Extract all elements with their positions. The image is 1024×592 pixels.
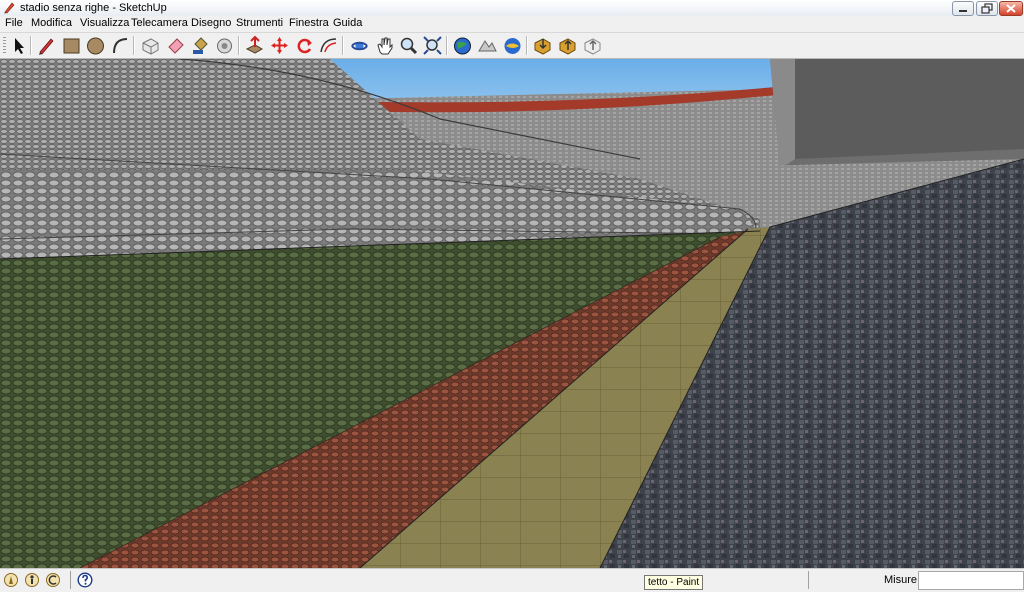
share-component-icon bbox=[584, 38, 601, 55]
share-model-button[interactable] bbox=[557, 35, 578, 56]
add-location-icon bbox=[454, 37, 471, 55]
close-icon bbox=[1006, 4, 1016, 13]
select-icon bbox=[15, 38, 24, 54]
tape-measure-icon bbox=[217, 38, 232, 54]
add-location-button[interactable] bbox=[452, 35, 473, 56]
get-models-button[interactable] bbox=[532, 35, 553, 56]
offset-tool-button[interactable] bbox=[318, 35, 339, 56]
toolbar-grip[interactable] bbox=[3, 37, 6, 54]
select-tool-button[interactable] bbox=[8, 35, 29, 56]
zoom-icon bbox=[400, 37, 418, 55]
zoom-extents-tool-button[interactable] bbox=[422, 35, 443, 56]
line-tool-button[interactable] bbox=[36, 35, 57, 56]
menu-visualizza[interactable]: Visualizza bbox=[80, 17, 129, 29]
make-component-button[interactable] bbox=[140, 35, 161, 56]
title-bar: stadio senza righe - SketchUp bbox=[0, 0, 1024, 17]
window-title: stadio senza righe - SketchUp bbox=[20, 2, 167, 14]
measurements-input[interactable] bbox=[918, 571, 1024, 590]
share-model-icon bbox=[559, 38, 576, 55]
status-hint-tooltip: tetto - Paint bbox=[644, 575, 704, 590]
toolbar-separator bbox=[342, 36, 344, 55]
eraser-tool-button[interactable] bbox=[165, 35, 186, 56]
push-pull-icon bbox=[245, 35, 264, 54]
rotate-icon bbox=[297, 38, 312, 54]
toggle-terrain-button[interactable] bbox=[477, 35, 498, 56]
tape-measure-tool-button[interactable] bbox=[214, 35, 235, 56]
menu-guida[interactable]: Guida bbox=[333, 17, 362, 29]
status-bar: tetto - Paint Misure bbox=[0, 568, 1024, 592]
share-component-button[interactable] bbox=[582, 35, 603, 56]
status-divider bbox=[808, 571, 809, 589]
pan-icon bbox=[377, 37, 393, 55]
help-icon[interactable] bbox=[77, 572, 93, 588]
paint-bucket-icon bbox=[193, 37, 208, 54]
stadium-model-render bbox=[0, 59, 1024, 568]
status-divider bbox=[70, 571, 71, 589]
sketchup-app-icon bbox=[4, 2, 15, 14]
close-button[interactable] bbox=[999, 1, 1023, 16]
pan-tool-button[interactable] bbox=[374, 35, 395, 56]
toolbar-separator bbox=[446, 36, 448, 55]
arc-icon bbox=[113, 38, 128, 54]
menu-disegno[interactable]: Disegno bbox=[191, 17, 231, 29]
geo-location-icon[interactable] bbox=[3, 572, 19, 588]
make-component-icon bbox=[142, 38, 159, 55]
arc-tool-button[interactable] bbox=[110, 35, 131, 56]
toolbar bbox=[0, 33, 1024, 59]
menu-file[interactable]: File bbox=[5, 17, 23, 29]
zoom-tool-button[interactable] bbox=[398, 35, 419, 56]
push-pull-tool-button[interactable] bbox=[244, 35, 265, 56]
zoom-extents-icon bbox=[423, 36, 442, 55]
menu-telecamera[interactable]: Telecamera bbox=[131, 17, 188, 29]
toolbar-separator bbox=[238, 36, 240, 55]
toolbar-separator bbox=[526, 36, 528, 55]
orbit-tool-button[interactable] bbox=[349, 35, 370, 56]
paint-bucket-tool-button[interactable] bbox=[190, 35, 211, 56]
preview-google-earth-button[interactable] bbox=[502, 35, 523, 56]
toggle-terrain-icon bbox=[478, 40, 497, 52]
menu-finestra[interactable]: Finestra bbox=[289, 17, 329, 29]
pencil-line-icon bbox=[39, 38, 54, 55]
minimize-button[interactable] bbox=[952, 1, 974, 16]
rotate-tool-button[interactable] bbox=[294, 35, 315, 56]
offset-icon bbox=[320, 38, 337, 53]
menu-bar: File Modifica Visualizza Telecamera Dise… bbox=[0, 16, 1024, 33]
toolbar-separator bbox=[133, 36, 135, 55]
preview-google-earth-icon bbox=[504, 38, 521, 54]
measurements-label: Misure bbox=[884, 574, 918, 586]
circle-icon bbox=[87, 37, 104, 55]
menu-strumenti[interactable]: Strumenti bbox=[236, 17, 283, 29]
minimize-icon bbox=[959, 10, 967, 12]
get-models-icon bbox=[534, 38, 551, 55]
move-tool-button[interactable] bbox=[269, 35, 290, 56]
rectangle-tool-button[interactable] bbox=[61, 35, 82, 56]
eraser-icon bbox=[168, 38, 184, 54]
orbit-icon bbox=[351, 41, 368, 51]
drawing-viewport[interactable] bbox=[0, 59, 1024, 568]
rectangle-icon bbox=[63, 38, 80, 54]
move-icon bbox=[271, 37, 288, 54]
restore-icon bbox=[981, 3, 993, 14]
credits-icon[interactable] bbox=[24, 572, 40, 588]
circle-tool-button[interactable] bbox=[85, 35, 106, 56]
menu-modifica[interactable]: Modifica bbox=[31, 17, 72, 29]
restore-button[interactable] bbox=[976, 1, 998, 16]
user-icon[interactable] bbox=[45, 572, 61, 588]
toolbar-separator bbox=[30, 36, 32, 55]
